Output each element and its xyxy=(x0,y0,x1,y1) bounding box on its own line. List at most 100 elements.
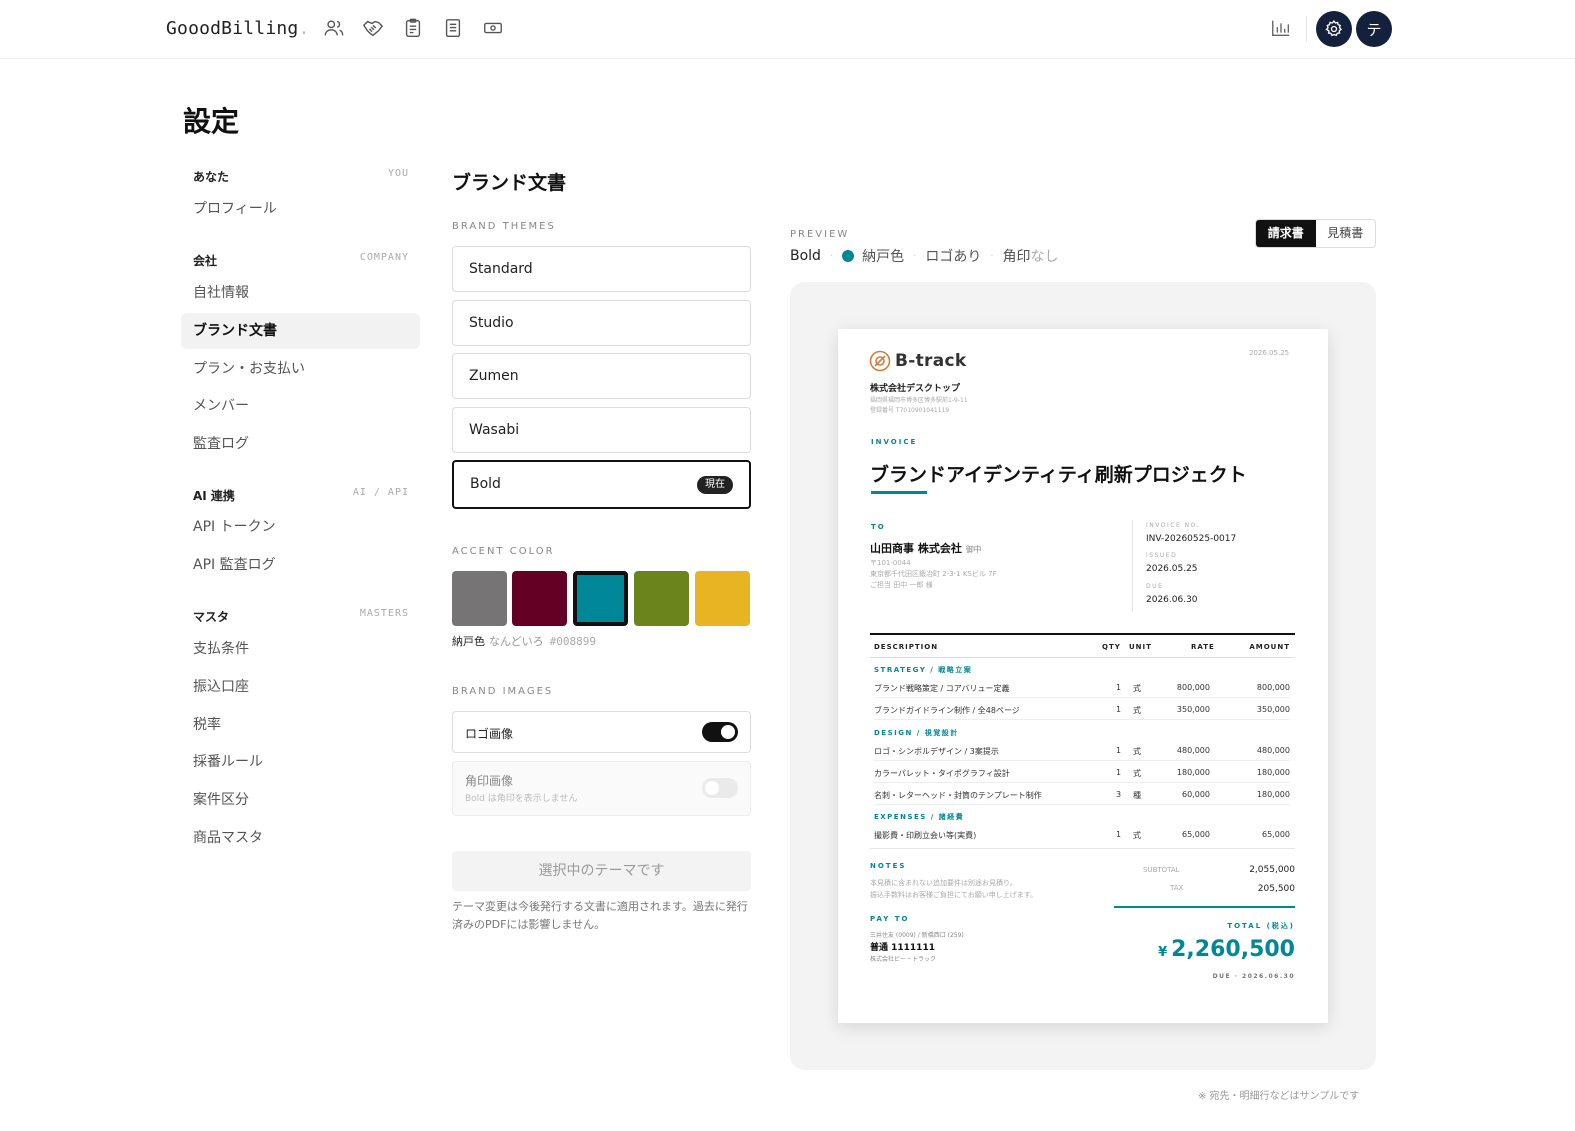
section-expenses: EXPENSES / 諸経費 xyxy=(874,813,965,821)
users-icon[interactable] xyxy=(323,17,345,39)
sidebar-item-api-tokens[interactable]: API トークン xyxy=(181,509,420,545)
top-bar: GooodBilling. テ xyxy=(0,0,1575,59)
seal-image-label: 角印画像 xyxy=(465,774,514,788)
logo-image-toggle[interactable] xyxy=(702,722,738,742)
preview-meta: Bold · 納戸色 · ロゴあり · 角印 なし xyxy=(790,248,1059,265)
subtotal-value: 2,055,000 xyxy=(1249,865,1295,875)
total-accent-rule xyxy=(1114,906,1295,908)
due-label: DUE xyxy=(1146,583,1164,590)
invoice-company-address: 福岡県福岡市博多区博多駅前1-9-11 xyxy=(870,397,968,404)
subtotal-label: SUBTOTAL xyxy=(1143,866,1180,874)
notes-line-2: 振込手数料はお客様ご負担にてお願い申し上げます。 xyxy=(870,891,1038,899)
color-swatch-wine[interactable] xyxy=(512,571,567,626)
clipboard-icon[interactable] xyxy=(402,17,424,39)
theme-change-note: テーマ変更は今後発行する文書に適用されます。過去に発行済みのPDFには影響しませ… xyxy=(452,900,748,931)
color-swatch-gray[interactable] xyxy=(452,571,507,626)
brand-images-label: BRAND IMAGES xyxy=(452,686,554,697)
sidebar-item-bank-accounts[interactable]: 振込口座 xyxy=(181,669,420,705)
pay-to-label: PAY TO xyxy=(870,915,910,923)
section-strategy: STRATEGY / 戦略立案 xyxy=(874,666,973,674)
sidebar-item-product-master[interactable]: 商品マスタ xyxy=(181,820,420,856)
document-icon[interactable] xyxy=(442,17,464,39)
bank-name: 三井住友 (0009) / 新橋西口 (259) xyxy=(870,932,964,939)
brand-themes-label: BRAND THEMES xyxy=(452,221,556,232)
client-zip: 〒101-0044 xyxy=(870,559,911,567)
brand-logo-icon xyxy=(869,350,891,372)
table-top-rule xyxy=(870,633,1295,635)
theme-option-wasabi[interactable]: Wasabi xyxy=(452,407,751,453)
account-name: 株式会社ビー・トラック xyxy=(870,956,937,963)
sidebar-item-plan-billing[interactable]: プラン・お支払い xyxy=(181,351,420,387)
seal-image-hint: Bold は角印を表示しません xyxy=(465,794,578,804)
tab-invoice[interactable]: 請求書 xyxy=(1256,220,1316,247)
theme-option-zumen[interactable]: Zumen xyxy=(452,353,751,399)
sidebar-item-audit-log[interactable]: 監査ログ xyxy=(181,426,420,462)
notes-line-1: 本見積に含まれない追加要件は別途お見積り。 xyxy=(870,879,1017,887)
color-swatch-teal[interactable] xyxy=(573,571,628,626)
table-row: ブランドガイドライン制作 / 全48ページ 1 式 350,000 350,000 xyxy=(874,698,1290,720)
issued-date: 2026.05.25 xyxy=(1146,564,1198,574)
color-swatch-mustard[interactable] xyxy=(695,571,750,626)
theme-option-studio[interactable]: Studio xyxy=(452,300,751,346)
sidebar-group-you: あなた YOU xyxy=(193,168,409,184)
tab-quote[interactable]: 見積書 xyxy=(1316,220,1376,247)
color-name: 納戸色 xyxy=(452,635,485,648)
sidebar-item-profile[interactable]: プロフィール xyxy=(181,191,420,227)
preview-color-name: 納戸色 xyxy=(862,249,905,265)
sidebar-group-masters: マスタ MASTERS xyxy=(193,608,409,624)
theme-option-label: Bold xyxy=(470,476,501,492)
invoice-no-label: INVOICE NO. xyxy=(1146,522,1201,529)
header-divider xyxy=(1306,16,1307,42)
current-badge: 現在 xyxy=(697,476,733,494)
sidebar-item-company-info[interactable]: 自社情報 xyxy=(181,275,420,311)
table-header-rule xyxy=(870,657,1295,658)
user-avatar[interactable]: テ xyxy=(1356,11,1392,47)
notes-label: NOTES xyxy=(870,862,907,870)
meta-divider xyxy=(1132,520,1133,612)
invoice-date: 2026.05.25 xyxy=(1249,349,1290,357)
sidebar-item-members[interactable]: メンバー xyxy=(181,388,420,424)
invoice-title: ブランドアイデンティティ刷新プロジェクト xyxy=(870,464,1247,486)
cash-icon[interactable] xyxy=(482,17,504,39)
settings-button[interactable] xyxy=(1316,11,1352,47)
color-swatch-olive[interactable] xyxy=(634,571,689,626)
invoice-doc-type: INVOICE xyxy=(871,438,918,446)
sidebar-item-api-audit-log[interactable]: API 監査ログ xyxy=(181,547,420,583)
seal-image-toggle[interactable] xyxy=(702,778,738,798)
due-footer: DUE · 2026.06.30 xyxy=(1212,973,1295,980)
due-date: 2026.06.30 xyxy=(1146,595,1198,605)
invoice-company-reg: 登録番号 T7010901041119 xyxy=(870,407,950,414)
table-row: ブランド戦略策定 / コアバリュー定義 1 式 800,000 800,000 xyxy=(874,676,1290,698)
sidebar-item-project-categories[interactable]: 案件区分 xyxy=(181,782,420,818)
client-name: 山田商事 株式会社 御中 xyxy=(870,542,982,555)
theme-option-bold[interactable]: Bold 現在 xyxy=(452,460,751,509)
apply-theme-button[interactable]: 選択中のテーマです xyxy=(452,851,751,891)
sidebar-group-ai: AI 連携 AI / API xyxy=(193,487,409,503)
sidebar-item-payment-terms[interactable]: 支払条件 xyxy=(181,631,420,667)
handshake-icon[interactable] xyxy=(362,17,384,39)
accent-color-label: ACCENT COLOR xyxy=(452,546,555,557)
preview-theme: Bold xyxy=(790,248,821,264)
client-contact: ご担当 田中 一郎 様 xyxy=(870,581,933,589)
issued-label: ISSUED xyxy=(1146,552,1178,559)
color-reading: なんどいろ xyxy=(489,635,544,648)
invoice-company: 株式会社デスクトップ xyxy=(870,384,961,394)
color-hex: #008899 xyxy=(549,635,597,648)
logo-image-row: ロゴ画像 xyxy=(452,711,751,753)
preview-seal-label: 角印 xyxy=(1002,249,1031,265)
table-bottom-rule xyxy=(870,848,1295,849)
theme-option-standard[interactable]: Standard xyxy=(452,246,751,292)
sidebar-item-numbering-rules[interactable]: 採番ルール xyxy=(181,744,420,780)
table-row: ロゴ・シンボルデザイン / 3案提示 1 式 480,000 480,000 xyxy=(874,739,1290,761)
gear-icon xyxy=(1325,20,1343,37)
logo-image-label: ロゴ画像 xyxy=(465,727,514,741)
tax-value: 205,500 xyxy=(1257,884,1295,894)
app-logo[interactable]: GooodBilling. xyxy=(166,18,310,39)
document-type-toggle: 請求書 見積書 xyxy=(1255,219,1376,248)
sidebar-item-tax-rates[interactable]: 税率 xyxy=(181,707,420,743)
invoice-no: INV-20260525-0017 xyxy=(1146,534,1237,544)
tax-label: TAX xyxy=(1170,884,1184,892)
preview-footnote: ※ 宛先・明細行などはサンプルです xyxy=(1198,1091,1360,1102)
chart-icon[interactable] xyxy=(1270,17,1292,39)
sidebar-item-brand-documents[interactable]: ブランド文書 xyxy=(181,313,420,349)
